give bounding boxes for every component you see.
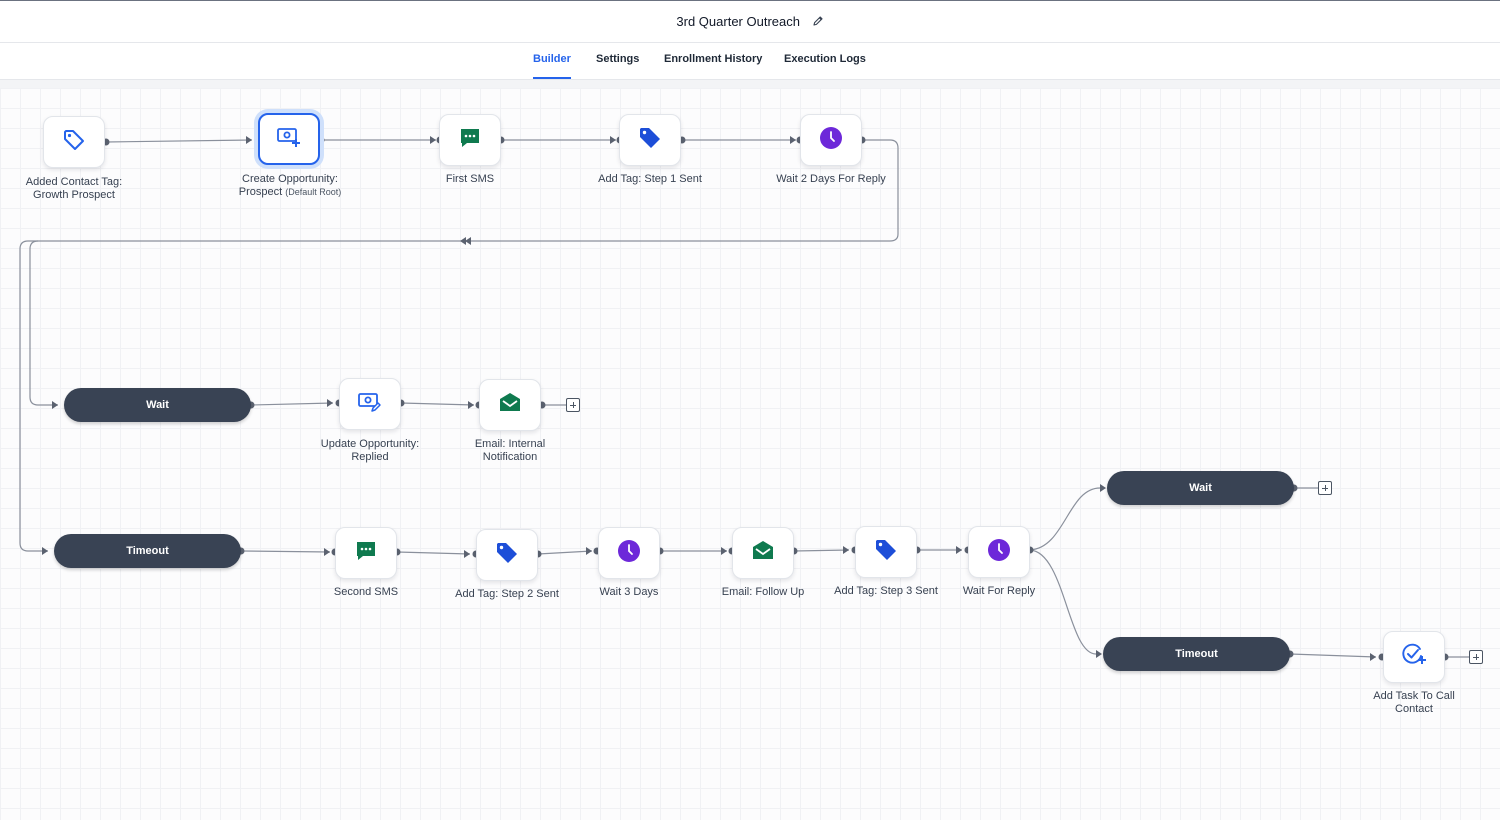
task-add-icon bbox=[1401, 643, 1427, 672]
add-tag-step1-node[interactable] bbox=[619, 114, 681, 166]
email-follow-up-node[interactable] bbox=[732, 527, 794, 579]
workflow-title-text: 3rd Quarter Outreach bbox=[676, 14, 800, 29]
trigger-label-line1: Added Contact Tag: bbox=[25, 176, 123, 188]
update-opportunity-node[interactable] bbox=[339, 378, 401, 430]
tab-bar: Builder Settings Enrollment History Exec… bbox=[0, 43, 1500, 80]
workflow-title: 3rd Quarter Outreach bbox=[0, 14, 1500, 30]
second-sms-label: Second SMS bbox=[333, 586, 399, 598]
timeout-branch-pill-2[interactable]: Timeout bbox=[1103, 637, 1290, 671]
update-opportunity-label-line2: Replied bbox=[351, 451, 389, 463]
opportunity-edit-icon bbox=[357, 391, 383, 418]
tab-settings[interactable]: Settings bbox=[596, 53, 639, 65]
second-sms-node[interactable] bbox=[335, 527, 397, 579]
first-sms-node[interactable] bbox=[439, 114, 501, 166]
wait-for-reply-node[interactable] bbox=[968, 526, 1030, 578]
wait-3-days-node[interactable] bbox=[598, 527, 660, 579]
wait-2-days-label: Wait 2 Days For Reply bbox=[776, 173, 886, 185]
wait-2-days-node[interactable] bbox=[800, 114, 862, 166]
tag-icon bbox=[638, 126, 662, 155]
sms-icon bbox=[354, 539, 378, 568]
timeout-branch-pill[interactable]: Timeout bbox=[54, 534, 241, 568]
create-opportunity-stage: Prospect bbox=[238, 186, 283, 198]
create-opportunity-label-line1: Create Opportunity: bbox=[242, 173, 338, 185]
add-step-plus-icon[interactable] bbox=[1469, 650, 1483, 664]
add-tag-step2-label: Add Tag: Step 2 Sent bbox=[455, 588, 559, 600]
add-tag-step1-label: Add Tag: Step 1 Sent bbox=[598, 173, 702, 185]
add-tag-step3-label: Add Tag: Step 3 Sent bbox=[834, 585, 938, 597]
tag-icon bbox=[874, 538, 898, 567]
update-opportunity-label-line1: Update Opportunity: bbox=[320, 438, 420, 450]
workflow-header: 3rd Quarter Outreach bbox=[0, 0, 1500, 43]
add-tag-step2-node[interactable] bbox=[476, 529, 538, 581]
tab-execution-logs[interactable]: Execution Logs bbox=[784, 53, 866, 65]
email-icon bbox=[751, 539, 775, 568]
clock-icon bbox=[819, 126, 843, 155]
first-sms-label: First SMS bbox=[445, 173, 495, 185]
update-opportunity-label: Update Opportunity: Replied bbox=[305, 438, 435, 464]
wait-branch-pill-2[interactable]: Wait bbox=[1107, 471, 1294, 505]
opportunity-add-icon bbox=[276, 126, 302, 153]
add-step-plus-icon[interactable] bbox=[566, 398, 580, 412]
default-root-note: (Default Root) bbox=[285, 187, 342, 197]
email-internal-label-line2: Notification bbox=[482, 451, 538, 463]
email-follow-up-label: Email: Follow Up bbox=[721, 586, 805, 598]
tag-outline-icon bbox=[62, 128, 86, 157]
edit-pencil-icon[interactable] bbox=[812, 15, 824, 30]
trigger-label-line2: Growth Prospect bbox=[33, 189, 115, 201]
add-step-plus-icon[interactable] bbox=[1318, 481, 1332, 495]
sms-icon bbox=[458, 126, 482, 155]
trigger-label: Added Contact Tag: Growth Prospect bbox=[14, 176, 134, 202]
create-opportunity-node[interactable] bbox=[258, 113, 320, 165]
create-opportunity-label: Create Opportunity: Prospect (Default Ro… bbox=[215, 173, 365, 199]
wait-branch-pill[interactable]: Wait bbox=[64, 388, 251, 422]
clock-icon bbox=[617, 539, 641, 568]
wait-3-days-label: Wait 3 Days bbox=[599, 586, 659, 598]
canvas-toolbar-band bbox=[0, 80, 1500, 88]
email-icon bbox=[498, 391, 522, 420]
trigger-node[interactable] bbox=[43, 116, 105, 168]
add-task-node[interactable] bbox=[1383, 631, 1445, 683]
tab-builder[interactable]: Builder bbox=[533, 53, 571, 79]
add-tag-step3-node[interactable] bbox=[855, 526, 917, 578]
wait-for-reply-label: Wait For Reply bbox=[962, 585, 1036, 597]
create-opportunity-label-line2: Prospect (Default Root) bbox=[215, 186, 365, 199]
add-task-label-line2: Contact bbox=[1395, 703, 1433, 715]
clock-icon bbox=[987, 538, 1011, 567]
email-internal-node[interactable] bbox=[479, 379, 541, 431]
add-task-label-line1: Add Task To Call bbox=[1373, 690, 1455, 702]
tab-enrollment-history[interactable]: Enrollment History bbox=[664, 53, 762, 65]
add-task-label: Add Task To Call Contact bbox=[1354, 690, 1474, 716]
email-internal-label-line1: Email: Internal bbox=[474, 438, 546, 450]
tag-icon bbox=[495, 541, 519, 570]
email-internal-label: Email: Internal Notification bbox=[450, 438, 570, 464]
